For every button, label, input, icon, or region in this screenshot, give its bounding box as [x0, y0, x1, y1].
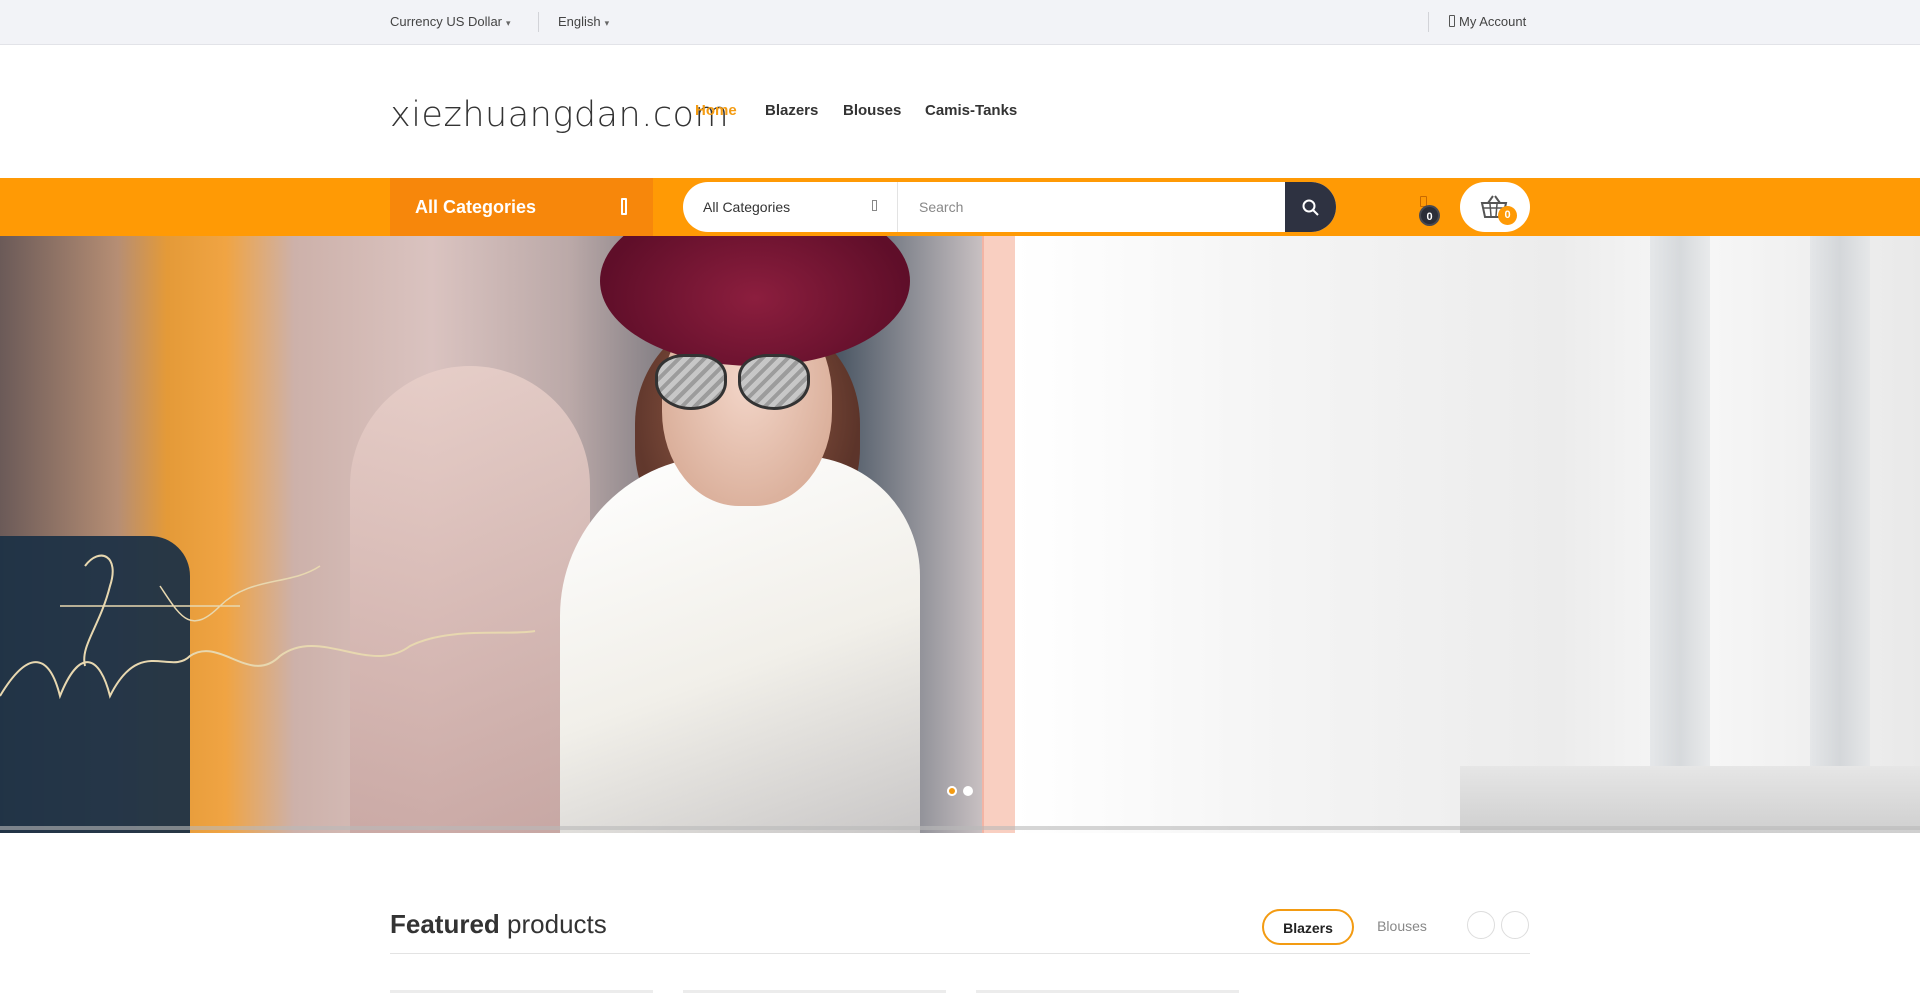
hero-image-detail [655, 354, 727, 410]
hero-image-detail [1650, 236, 1710, 833]
nav-home[interactable]: Home [695, 102, 737, 119]
compare-button[interactable]: 0 [1412, 196, 1442, 226]
language-switcher[interactable]: English ▾ [558, 14, 609, 29]
hero-slider[interactable] [0, 236, 1920, 833]
chevron-down-icon: ▾ [506, 18, 511, 28]
category-search-bar: All Categories All Categories 0 0 [0, 178, 1920, 236]
search-button[interactable] [1285, 182, 1336, 232]
tab-blouses[interactable]: Blouses [1372, 909, 1432, 945]
chevron-down-icon [872, 200, 877, 211]
section-divider [390, 953, 1530, 954]
search-form: All Categories [683, 182, 1336, 232]
hero-image-detail [1460, 766, 1920, 833]
featured-title-bold: Featured [390, 909, 500, 939]
menu-icon [621, 198, 627, 215]
category-select[interactable]: All Categories [683, 182, 898, 232]
my-account-link[interactable]: My Account [1449, 14, 1526, 29]
featured-title-rest: products [507, 909, 607, 939]
divider [538, 12, 539, 32]
site-logo[interactable]: xiezhuangdan.com [390, 95, 729, 135]
prev-arrow-button[interactable] [1467, 911, 1495, 939]
hero-image-detail [982, 236, 1015, 833]
currency-switcher[interactable]: Currency US Dollar ▾ [390, 14, 511, 29]
hero-image-detail [738, 354, 810, 410]
my-account-label: My Account [1459, 14, 1527, 29]
slider-dot-1[interactable] [947, 786, 957, 796]
divider [1428, 12, 1429, 32]
compare-count-badge: 0 [1419, 205, 1440, 226]
top-bar: Currency US Dollar ▾ English ▾ My Account [0, 0, 1920, 45]
slider-dot-2[interactable] [963, 786, 973, 796]
all-categories-label: All Categories [415, 197, 537, 217]
language-value: English [558, 14, 601, 29]
hero-image-detail [1015, 236, 1920, 833]
currency-label: Currency [390, 14, 443, 29]
user-icon [1449, 15, 1455, 27]
hero-image-detail [1810, 236, 1870, 833]
featured-products-title: Featured products [390, 909, 607, 940]
chevron-down-icon: ▾ [604, 18, 610, 28]
hero-script-decoration [0, 554, 536, 700]
category-select-value: All Categories [703, 199, 791, 215]
nav-camis-tanks[interactable]: Camis-Tanks [925, 102, 1017, 119]
all-categories-button[interactable]: All Categories [390, 178, 653, 236]
currency-value: US Dollar [446, 14, 502, 29]
search-icon [1302, 199, 1319, 216]
nav-blouses[interactable]: Blouses [843, 102, 901, 119]
next-arrow-button[interactable] [1501, 911, 1529, 939]
nav-blazers[interactable]: Blazers [765, 102, 818, 119]
hero-image-detail [560, 456, 920, 833]
hero-progress-bar [0, 826, 1920, 830]
search-input[interactable] [899, 182, 1289, 232]
tab-blazers[interactable]: Blazers [1262, 909, 1354, 945]
cart-count-badge: 0 [1498, 206, 1517, 225]
cart-button[interactable]: 0 [1460, 182, 1530, 232]
